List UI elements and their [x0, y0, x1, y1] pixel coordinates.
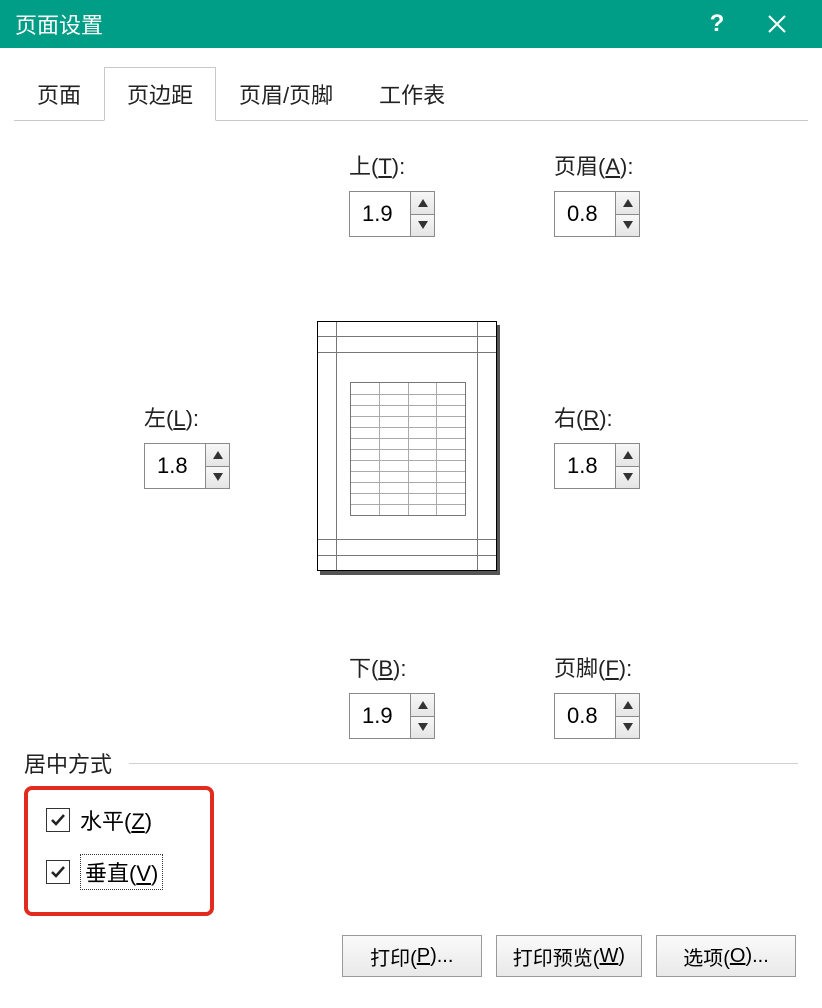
input-top[interactable]	[350, 192, 410, 236]
center-section: 居中方式	[24, 747, 798, 779]
spin-down-icon[interactable]	[616, 716, 639, 739]
input-left[interactable]	[145, 444, 205, 488]
label-header: 页眉(A):	[554, 149, 640, 181]
spin-btns-footer	[615, 694, 639, 738]
spin-btns-header	[615, 192, 639, 236]
input-right[interactable]	[555, 444, 615, 488]
tab-page[interactable]: 页面	[14, 67, 104, 121]
print-button[interactable]: 打印(P)...	[342, 935, 482, 977]
checkbox-label-horizontal: 水平(Z)	[80, 804, 152, 836]
spin-up-icon[interactable]	[616, 444, 639, 466]
close-icon[interactable]	[747, 0, 807, 48]
spinner-top	[349, 191, 435, 237]
field-header: 页眉(A):	[554, 149, 640, 237]
label-left: 左(L):	[144, 401, 230, 433]
field-bottom: 下(B):	[349, 651, 435, 739]
help-icon[interactable]: ?	[687, 0, 747, 48]
button-row: 打印(P)... 打印预览(W) 选项(O)...	[14, 935, 796, 991]
input-footer[interactable]	[555, 694, 615, 738]
page-preview	[317, 321, 497, 571]
label-footer: 页脚(F):	[554, 651, 640, 683]
label-right: 右(R):	[554, 401, 640, 433]
spin-btns-bottom	[410, 694, 434, 738]
field-footer: 页脚(F):	[554, 651, 640, 739]
options-button[interactable]: 选项(O)...	[656, 935, 796, 977]
label-top: 上(T):	[349, 149, 435, 181]
checkbox-row-vertical: 垂直(V)	[46, 854, 200, 890]
spin-down-icon[interactable]	[616, 214, 639, 237]
margins-panel: 上(T): 页眉(A): 左(L):	[14, 121, 808, 991]
spinner-right	[554, 443, 640, 489]
input-bottom[interactable]	[350, 694, 410, 738]
field-right: 右(R):	[554, 401, 640, 489]
highlight-box: 水平(Z) 垂直(V)	[24, 786, 214, 916]
dialog-title: 页面设置	[15, 8, 687, 40]
spinner-header	[554, 191, 640, 237]
checkbox-row-horizontal: 水平(Z)	[46, 804, 200, 836]
label-bottom: 下(B):	[349, 651, 435, 683]
spin-btns-right	[615, 444, 639, 488]
titlebar: 页面设置 ?	[0, 0, 822, 48]
spin-up-icon[interactable]	[616, 192, 639, 214]
spinner-left	[144, 443, 230, 489]
spin-down-icon[interactable]	[206, 466, 229, 489]
spin-up-icon[interactable]	[616, 694, 639, 716]
tab-margins[interactable]: 页边距	[104, 67, 216, 121]
spin-up-icon[interactable]	[411, 694, 434, 716]
center-legend: 居中方式	[24, 747, 120, 779]
field-left: 左(L):	[144, 401, 230, 489]
spinner-bottom	[349, 693, 435, 739]
tab-sheet[interactable]: 工作表	[356, 67, 468, 121]
divider	[129, 763, 798, 764]
input-header[interactable]	[555, 192, 615, 236]
spin-down-icon[interactable]	[616, 466, 639, 489]
tabstrip: 页面 页边距 页眉/页脚 工作表	[14, 72, 808, 121]
spin-btns-left	[205, 444, 229, 488]
print-preview-button[interactable]: 打印预览(W)	[496, 935, 642, 977]
spin-down-icon[interactable]	[411, 716, 434, 739]
spin-up-icon[interactable]	[411, 192, 434, 214]
field-top: 上(T):	[349, 149, 435, 237]
dialog-body: 页面 页边距 页眉/页脚 工作表 上(T): 页眉(A):	[0, 48, 822, 991]
tab-header-footer[interactable]: 页眉/页脚	[216, 67, 356, 121]
preview-table-icon	[350, 382, 466, 516]
spin-down-icon[interactable]	[411, 214, 434, 237]
checkbox-label-vertical: 垂直(V)	[80, 854, 163, 890]
checkbox-horizontal[interactable]	[46, 808, 70, 832]
checkbox-vertical[interactable]	[46, 860, 70, 884]
spin-up-icon[interactable]	[206, 444, 229, 466]
spin-btns-top	[410, 192, 434, 236]
spinner-footer	[554, 693, 640, 739]
